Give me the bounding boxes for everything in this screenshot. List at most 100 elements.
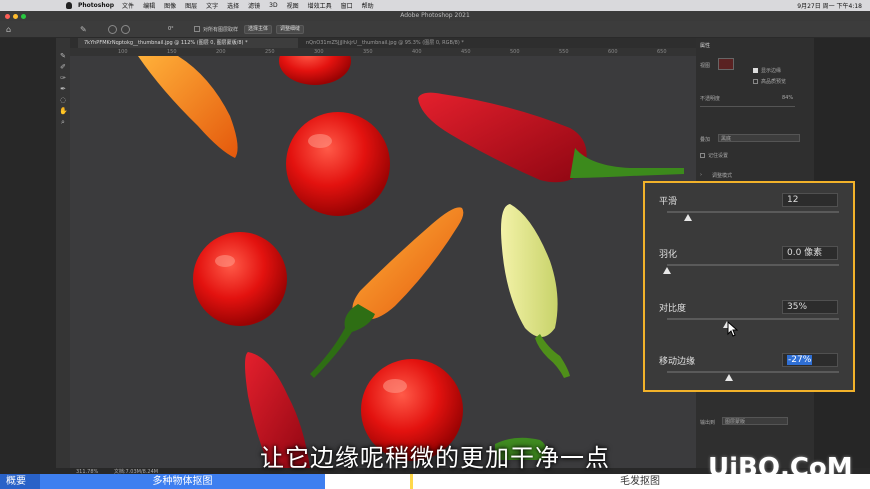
canvas[interactable] [70,56,696,468]
remember-checkbox[interactable] [700,153,705,158]
close-window-icon[interactable] [5,14,10,19]
lasso-tool-icon[interactable]: ◌ [59,96,67,104]
remember-label: 记住设置 [708,153,729,159]
red-pepper-right [418,92,587,183]
overlay-value: 黑底 [721,136,732,142]
window-title: Adobe Photoshop 2021 [400,12,470,19]
tab-document-1[interactable]: 7kYhPFMKrNqptokg__thumbnail.jpg @ 112% (… [78,38,298,48]
view-label: 视图 [700,63,711,69]
chapter-multi-object[interactable]: 多种物体抠图 [40,474,325,489]
progress-marker [410,474,413,489]
add-to-selection-icon[interactable] [108,25,117,34]
hq-preview-label: 高品质预览 [761,79,787,85]
smooth-label: 平滑 [659,197,678,207]
ruler-tick: 600 [608,49,618,55]
contrast-input[interactable]: 35% [782,300,838,314]
overlay-dropdown[interactable]: 黑底 [718,134,800,142]
refine-edge-brush-icon[interactable]: ✑ [59,74,67,82]
sample-all-label: 对所有图层取样 [203,27,239,33]
show-edge-label: 显示边缘 [761,68,782,74]
tomato-left [193,232,287,326]
shift-edge-slider[interactable] [667,371,839,373]
select-subject-button[interactable]: 选择主体 [244,25,273,34]
opacity-value[interactable]: 84% [782,95,793,101]
ruler-tick: 300 [314,49,324,55]
angle-value[interactable]: 0° [168,26,174,32]
select-mask-button[interactable]: 调整细缝 [276,25,305,34]
menu-window[interactable]: 窗口 [341,1,353,10]
feather-label: 羽化 [659,250,678,260]
menu-select[interactable]: 选择 [227,1,239,10]
smooth-slider[interactable] [667,211,839,213]
menu-image[interactable]: 图像 [164,1,176,10]
ruler-tick: 550 [559,49,569,55]
quick-select-tool-icon[interactable]: ✐ [59,63,67,71]
feather-slider-thumb[interactable] [663,267,671,274]
smooth-input[interactable]: 12 [782,193,838,207]
smooth-slider-thumb[interactable] [683,214,692,221]
output-value: 图层蒙版 [725,419,746,425]
yellow-pepper-stem [535,334,570,378]
menu-help[interactable]: 帮助 [362,1,374,10]
window-titlebar: Adobe Photoshop 2021 [0,11,870,21]
app-name[interactable]: Photoshop [78,2,114,9]
subtract-from-selection-icon[interactable] [121,25,130,34]
apple-icon[interactable] [66,2,72,9]
orange-pepper-top [138,56,238,158]
adjust-mode-label: 调整模式 [712,173,733,179]
shift-edge-input[interactable]: -27% [782,353,838,367]
shift-edge-label: 移动边缘 [659,357,696,367]
sample-all-checkbox[interactable] [194,26,200,32]
ruler-tick: 500 [510,49,520,55]
hand-tool-icon[interactable]: ✋ [59,107,68,115]
home-icon[interactable]: ⌂ [6,25,15,34]
quick-selection-tool-icon[interactable]: ✎ [80,25,89,34]
minimize-window-icon[interactable] [13,14,18,19]
brush-tool-icon[interactable]: ✎ [59,52,67,60]
chevron-right-icon[interactable]: › [700,172,702,178]
zoom-window-icon[interactable] [21,14,26,19]
shift-edge-slider-thumb[interactable] [724,374,733,381]
opacity-slider[interactable] [700,106,795,107]
ruler-tick: 450 [461,49,471,55]
menu-edit[interactable]: 编辑 [143,1,155,10]
menu-file[interactable]: 文件 [122,1,134,10]
opacity-label: 不透明度 [700,96,721,102]
chapter-hair[interactable]: 毛发抠图 [570,474,710,489]
horizontal-ruler: 100 150 200 250 300 350 400 450 500 550 … [62,48,696,56]
view-mode-thumbnail[interactable] [718,58,734,70]
menu-type[interactable]: 文字 [206,1,218,10]
zoom-tool-icon[interactable]: ⌕ [59,118,67,126]
feather-input[interactable]: 0.0 像素 [782,246,838,260]
ruler-tick: 200 [216,49,226,55]
feather-slider[interactable] [667,264,839,266]
tab-document-2[interactable]: nQnO31mZ5JjJlhkjrU__thumbnail.jpg @ 95.3… [300,38,520,48]
menu-layer[interactable]: 图层 [185,1,197,10]
chapter-overview[interactable]: 概要 [0,474,40,489]
orange-pepper-middle [352,207,464,320]
options-bar: ⌂ ✎ 0° 对所有图层取样 选择主体 调整细缝 [0,21,870,38]
menubar-clock: 9月27日 周一 下午4:18 [797,3,862,10]
tomato-highlight [215,255,235,267]
contrast-slider[interactable] [667,318,839,320]
panel-title: 属性 [700,43,711,49]
mouse-cursor-icon [727,321,739,337]
shift-edge-value: -27% [787,355,813,365]
tools-panel: ✎ ✐ ✑ ✒ ◌ ✋ ⌕ [56,38,70,468]
output-dropdown[interactable]: 图层蒙版 [722,417,788,425]
contrast-label: 对比度 [659,304,687,314]
chapter-bar: 概要 多种物体抠图 毛发抠图 [0,474,870,489]
eraser-tool-icon[interactable]: ✒ [59,85,67,93]
menu-3d[interactable]: 3D [269,2,277,9]
output-label: 输出到 [700,420,716,426]
menu-plugins[interactable]: 增效工具 [308,1,332,10]
tomato-highlight [308,134,332,148]
contrast-value: 35% [787,302,808,312]
hq-preview-checkbox[interactable] [753,79,758,84]
global-refinements-panel: 平滑 12 羽化 0.0 像素 对比度 35% 移动边缘 -27% [643,181,855,392]
menu-filter[interactable]: 滤镜 [248,1,260,10]
menu-view[interactable]: 视图 [287,1,299,10]
tomato-top [279,56,351,85]
show-edge-checkbox[interactable] [753,68,758,73]
red-pepper-stem [570,148,684,178]
